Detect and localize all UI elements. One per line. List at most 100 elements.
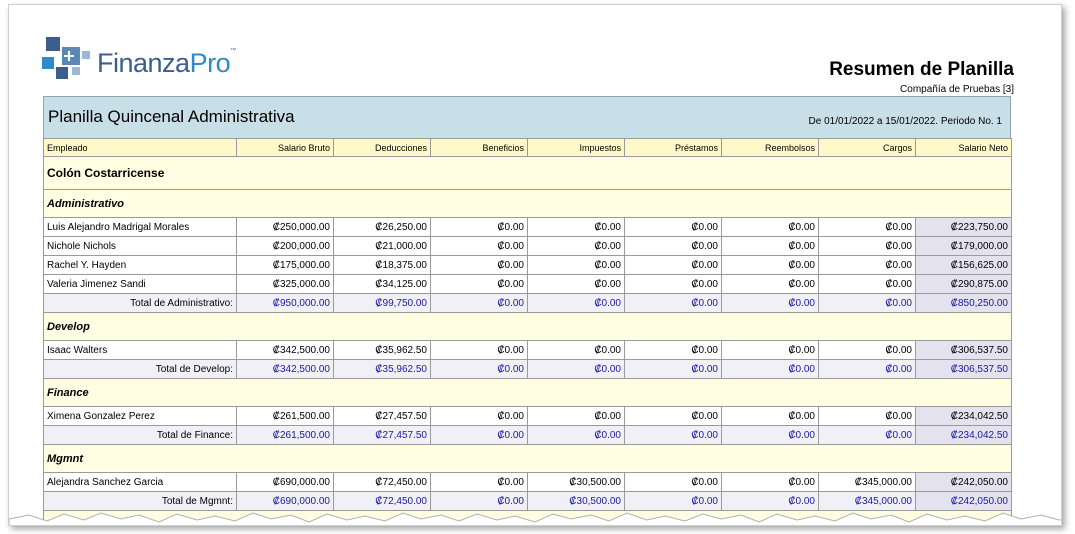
amount-cell: ₡0.00 [721,274,819,294]
table-header-row: Empleado Salario Bruto Deducciones Benef… [43,138,1012,157]
total-amount: ₡35,962.50 [333,359,431,379]
currency-label: Colón Costarricense [43,156,1012,190]
table-row: Nichole Nichols ₡200,000.00 ₡21,000.00 ₡0.0… [43,236,1012,256]
amount-cell: ₡0.00 [721,255,819,275]
payroll-table: Empleado Salario Bruto Deducciones Benef… [43,138,1012,525]
table-body: Colón Costarricense Administrativo Luis A… [43,156,1012,525]
group-row: Develop [43,312,1012,341]
amount-cell: ₡0.00 [430,274,528,294]
amount-cell: ₡26,250.00 [333,217,431,237]
report-page: FinanzaPro™ Resumen de Planilla Compañía… [8,4,1062,526]
amount-cell: ₡21,000.00 [333,236,431,256]
amount-cell: ₡200,000.00 [236,236,334,256]
amount-cell: ₡0.00 [527,274,625,294]
payroll-title: Planilla Quincenal Administrativa [48,107,295,126]
group-row: Administrativo [43,189,1012,218]
amount-cell: ₡690,000.00 [236,472,334,492]
group-name: Develop [43,312,1012,341]
amount-cell: ₡34,125.00 [333,274,431,294]
amount-cell: ₡179,000.00 [915,236,1012,256]
total-amount: ₡0.00 [818,425,916,445]
amount-cell: ₡0.00 [527,340,625,360]
total-amount: ₡0.00 [430,425,528,445]
brand-wordmark: FinanzaPro™ [97,48,236,79]
amount-cell: ₡0.00 [818,255,916,275]
amount-cell: ₡325,000.00 [236,274,334,294]
total-amount: ₡0.00 [430,293,528,313]
total-amount: ₡261,500.00 [236,425,334,445]
amount-cell: ₡0.00 [430,340,528,360]
amount-cell: ₡0.00 [721,406,819,426]
amount-cell: ₡0.00 [624,274,722,294]
amount-cell: ₡0.00 [430,255,528,275]
amount-cell: ₡0.00 [624,472,722,492]
table-row: Luis Alejandro Madrigal Morales ₡250,000.… [43,217,1012,237]
amount-cell: ₡0.00 [721,217,819,237]
amount-cell: ₡0.00 [624,217,722,237]
group-name: Administrativo [43,189,1012,218]
amount-cell: ₡242,050.00 [915,472,1012,492]
amount-cell: ₡0.00 [818,217,916,237]
amount-cell: ₡342,500.00 [236,340,334,360]
total-amount: ₡0.00 [721,359,819,379]
amount-cell: ₡35,962.50 [333,340,431,360]
total-amount: ₡27,457.50 [333,425,431,445]
table-row: Isaac Walters ₡342,500.00 ₡35,962.50 ₡0.00 ₡… [43,340,1012,360]
amount-cell: ₡175,000.00 [236,255,334,275]
total-amount: ₡950,000.00 [236,293,334,313]
brand-name-b: Pro [189,48,231,78]
amount-cell: ₡18,375.00 [333,255,431,275]
brand-name-a: Finanza [97,48,190,78]
amount-cell: ₡0.00 [624,406,722,426]
group-name: Mgmnt [43,444,1012,473]
group-name: Finance [43,378,1012,407]
company-name: Compañía de Pruebas [3] [900,84,1014,95]
col-header: Cargos [818,138,916,157]
report-title: Resumen de Planilla [829,59,1014,80]
col-header: Empleado [43,138,237,157]
total-amount: ₡0.00 [818,359,916,379]
amount-cell: ₡0.00 [527,406,625,426]
employee-name: Valeria Jimenez Sandi [43,274,237,294]
total-amount: ₡234,042.50 [915,425,1012,445]
total-amount: ₡850,250.00 [915,293,1012,313]
group-row: Mgmnt [43,444,1012,473]
employee-name: Isaac Walters [43,340,237,360]
amount-cell: ₡345,000.00 [818,472,916,492]
amount-cell: ₡290,875.00 [915,274,1012,294]
total-row: Total de Administrativo: ₡950,000.00 ₡99,7… [43,293,1012,313]
total-amount: ₡0.00 [624,293,722,313]
amount-cell: ₡0.00 [624,255,722,275]
amount-cell: ₡0.00 [818,340,916,360]
employee-name: Nichole Nichols [43,236,237,256]
col-header: Salario Neto [915,138,1012,157]
payroll-band: Planilla Quincenal Administrativa De 01/… [43,96,1011,141]
total-amount: ₡0.00 [527,425,625,445]
amount-cell: ₡0.00 [818,406,916,426]
total-amount: ₡306,537.50 [915,359,1012,379]
total-amount: ₡0.00 [527,293,625,313]
amount-cell: ₡156,625.00 [915,255,1012,275]
col-header: Préstamos [624,138,722,157]
amount-cell: ₡223,750.00 [915,217,1012,237]
amount-cell: ₡0.00 [721,340,819,360]
amount-cell: ₡0.00 [721,236,819,256]
amount-cell: ₡250,000.00 [236,217,334,237]
employee-name: Alejandra Sanchez Garcia [43,472,237,492]
payroll-period: De 01/01/2022 a 15/01/2022. Periodo No. … [808,116,1002,127]
employee-name: Rachel Y. Hayden [43,255,237,275]
amount-cell: ₡0.00 [430,406,528,426]
amount-cell: ₡0.00 [527,236,625,256]
brand-mark: ™ [230,48,236,54]
table-row: Alejandra Sanchez Garcia ₡690,000.00 ₡72,4… [43,472,1012,492]
col-header: Beneficios [430,138,528,157]
total-label: Total de Finance: [43,425,237,445]
total-amount: ₡0.00 [721,293,819,313]
amount-cell: ₡0.00 [624,236,722,256]
table-row: Ximena Gonzalez Perez ₡261,500.00 ₡27,457.… [43,406,1012,426]
amount-cell: ₡0.00 [818,236,916,256]
total-label: Total de Administrativo: [43,293,237,313]
amount-cell: ₡306,537.50 [915,340,1012,360]
total-amount: ₡0.00 [527,359,625,379]
col-header: Salario Bruto [236,138,334,157]
